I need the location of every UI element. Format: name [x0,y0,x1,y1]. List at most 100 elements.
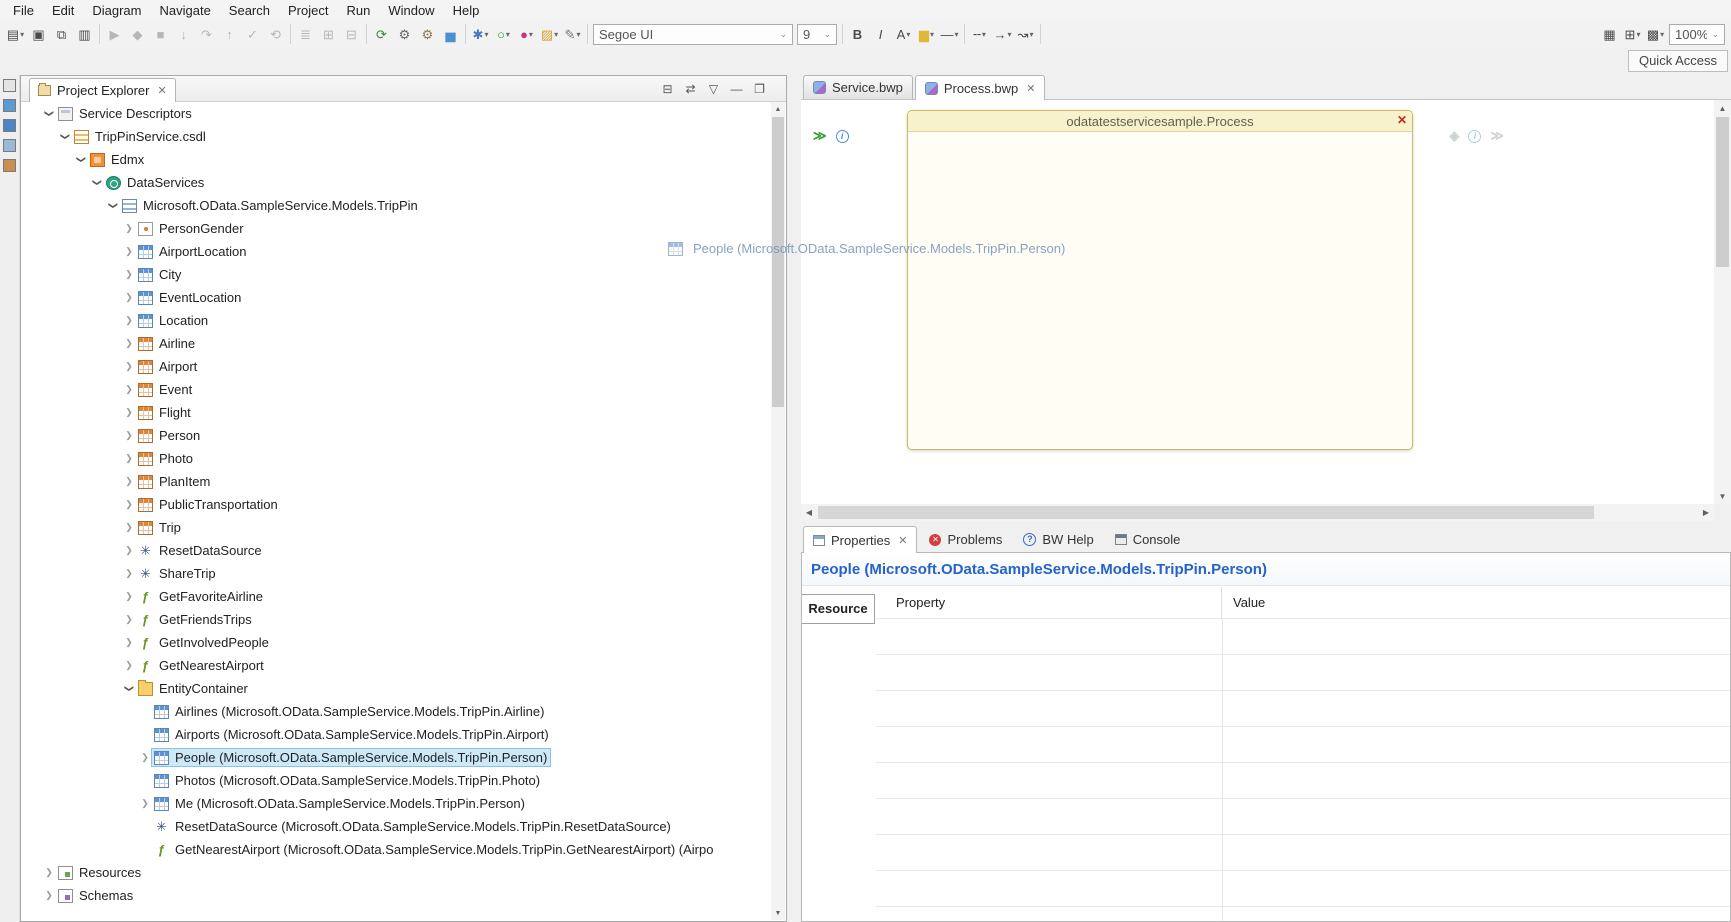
close-process-icon[interactable]: ✕ [1397,113,1407,127]
connector-button[interactable]: ↝▾ [1014,23,1037,45]
collapse-all-icon[interactable]: ⊟ [657,79,678,99]
scroll-up-icon[interactable]: ▲ [1714,100,1731,116]
resume-icon[interactable]: ≫ [813,128,827,144]
scroll-left-icon[interactable]: ◀ [801,504,817,521]
menu-help[interactable]: Help [444,1,489,20]
zoom-select[interactable]: 100%⌄ [1669,24,1725,45]
tree-item-event[interactable]: ❯Event [22,378,771,401]
expand-arrow-icon[interactable]: ❯ [122,384,136,395]
menu-navigate[interactable]: Navigate [150,1,219,20]
new-resource-icon[interactable]: ○▾ [492,23,515,45]
table-row[interactable] [876,727,1730,763]
expand-right-icon[interactable]: ≫ [1490,128,1504,144]
stop-icon[interactable]: ■ [149,23,172,45]
menu-project[interactable]: Project [279,1,337,20]
collapse-arrow-icon[interactable]: ❯ [124,682,135,696]
expand-arrow-icon[interactable]: ❯ [122,614,136,625]
collapse-arrow-icon[interactable]: ❯ [108,199,119,213]
align-icon[interactable]: ≣ [294,23,317,45]
close-tab-icon[interactable]: ✕ [1026,82,1035,95]
run-icon[interactable]: ▶ [103,23,126,45]
tree-item-persongender[interactable]: ❯PersonGender [22,217,771,240]
palette-mini-icon[interactable] [3,159,16,172]
restore-trim-icon[interactable] [3,79,16,92]
chart-icon[interactable]: ▅ [439,23,462,45]
tree-item-photo[interactable]: ❯Photo [22,447,771,470]
tree-item-people-microsoft-odata-sampleservice-models-trip[interactable]: ❯People (Microsoft.OData.SampleService.M… [22,746,771,769]
expand-arrow-icon[interactable]: ❯ [122,223,136,234]
table-row[interactable] [876,835,1730,871]
expand-arrow-icon[interactable]: ❯ [138,752,152,763]
match-size-icon[interactable]: ⊟ [340,23,363,45]
step-return-icon[interactable]: ↑ [218,23,241,45]
tree-item-airportlocation[interactable]: ❯AirportLocation [22,240,771,263]
validate-icon[interactable]: ✓ [241,23,264,45]
view-tab-problems[interactable]: Problems [920,527,1011,552]
step-over-icon[interactable]: ↷ [195,23,218,45]
tree-item-getinvolvedpeople[interactable]: ❯GetInvolvedPeople [22,631,771,654]
sync-icon[interactable]: ⟳ [370,23,393,45]
tree-item-airlines-microsoft-odata-sampleservice-models-tr[interactable]: Airlines (Microsoft.OData.SampleService.… [22,700,771,723]
table-row[interactable] [876,691,1730,727]
process-canvas[interactable]: ≫i ◈i≫ odatatestservicesample.Process ✕ [801,100,1714,504]
expand-arrow-icon[interactable]: ❯ [122,407,136,418]
collapse-arrow-icon[interactable]: ❯ [60,130,71,144]
table-row[interactable] [876,799,1730,835]
expand-arrow-icon[interactable]: ❯ [122,361,136,372]
tree-item-flight[interactable]: ❯Flight [22,401,771,424]
view-menu-icon[interactable]: ▽ [703,79,724,99]
minimize-icon[interactable]: — [726,79,747,99]
canvas-horizontal-scrollbar[interactable]: ◀ ▶ [801,504,1714,521]
new-wizard-icon[interactable]: ▤▾ [4,23,27,45]
tree-item-airport[interactable]: ❯Airport [22,355,771,378]
tree-item-airports-microsoft-odata-sampleservice-models-tr[interactable]: Airports (Microsoft.OData.SampleService.… [22,723,771,746]
table-row[interactable] [876,763,1730,799]
menu-edit[interactable]: Edit [43,1,83,20]
project-explorer-mini-icon[interactable] [3,99,16,112]
link-with-editor-icon[interactable]: ⇄ [680,79,701,99]
view-tab-properties[interactable]: Properties✕ [803,526,917,553]
edit-icon[interactable]: ✎▾ [561,23,584,45]
tree-item-resetdatasource[interactable]: ❯ResetDataSource [22,539,771,562]
menu-run[interactable]: Run [337,1,379,20]
tree-item-microsoft-odata-sampleservice-models-trippin[interactable]: ❯Microsoft.OData.SampleService.Models.Tr… [22,194,771,217]
font-color-button[interactable]: A▾ [892,23,915,45]
tree-item-planitem[interactable]: ❯PlanItem [22,470,771,493]
scrollbar-thumb[interactable] [772,117,784,407]
canvas-vertical-scrollbar[interactable]: ▲ ▼ [1714,100,1731,504]
expand-arrow-icon[interactable]: ❯ [138,798,152,809]
tree-item-getnearestairport-microsoft-odata-sampleservice-[interactable]: GetNearestAirport (Microsoft.OData.Sampl… [22,838,771,861]
expand-arrow-icon[interactable]: ❯ [122,660,136,671]
expand-arrow-icon[interactable]: ❯ [122,545,136,556]
expand-arrow-icon[interactable]: ❯ [42,867,56,878]
bold-button[interactable]: B [846,23,869,45]
outline-mini-icon[interactable] [3,139,16,152]
scroll-right-icon[interactable]: ▶ [1698,504,1714,521]
maximize-icon[interactable]: ❐ [749,79,770,99]
tree-item-city[interactable]: ❯City [22,263,771,286]
menu-file[interactable]: File [4,1,43,20]
step-into-icon[interactable]: ↓ [172,23,195,45]
scrollbar-thumb[interactable] [1716,117,1729,267]
resource-tab[interactable]: Resource [802,594,875,624]
tree-item-service-descriptors[interactable]: ❯Service Descriptors [22,102,771,125]
menu-search[interactable]: Search [220,1,279,20]
new-folder-icon[interactable]: ▨▾ [538,23,561,45]
close-project-explorer-icon[interactable]: ✕ [157,84,166,97]
expand-arrow-icon[interactable]: ❯ [122,568,136,579]
new-record-icon[interactable]: ●▾ [515,23,538,45]
collapse-arrow-icon[interactable]: ❯ [44,107,55,121]
info-right-icon[interactable]: i [1468,130,1481,143]
tree-item-edmx[interactable]: ❯Edmx [22,148,771,171]
arrow-style-button[interactable]: →▾ [991,23,1014,45]
line-style-button[interactable]: ╌▾ [968,23,991,45]
tree-item-schemas[interactable]: ❯Schemas [22,884,771,907]
tree-item-person[interactable]: ❯Person [22,424,771,447]
new-process-icon[interactable]: ✱▾ [469,23,492,45]
tree-item-getfavoriteairline[interactable]: ❯GetFavoriteAirline [22,585,771,608]
scrollbar-thumb[interactable] [818,506,1594,519]
snap-icon[interactable]: ⊞▾ [1621,23,1644,45]
tree-item-location[interactable]: ❯Location [22,309,771,332]
distribute-icon[interactable]: ⊞ [317,23,340,45]
expand-arrow-icon[interactable]: ❯ [122,338,136,349]
